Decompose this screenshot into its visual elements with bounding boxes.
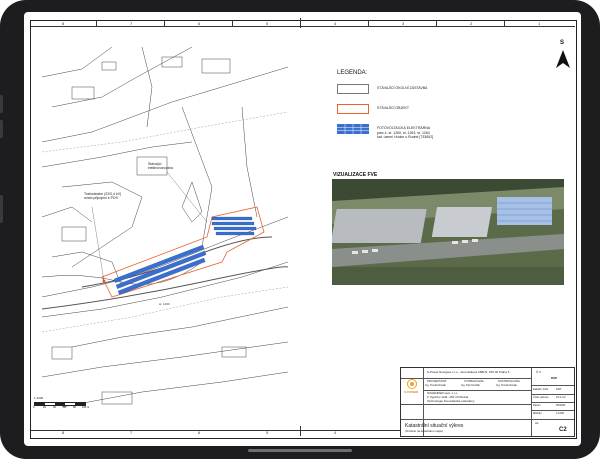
scale-ratio: 1:1000	[34, 396, 44, 400]
meta-label: Datum	[533, 404, 541, 407]
legend-title: LEGENDA:	[337, 70, 368, 76]
meta-value: 1:1000	[556, 412, 564, 415]
scale-bar: 1:1000 0 20 40 60 80 100 m	[33, 396, 94, 416]
tb-divider	[531, 410, 574, 411]
scale-bar-graphic	[34, 402, 86, 406]
meta-label: Měřítko	[533, 412, 542, 415]
title-block[interactable]: S-POWER S-Power Energies s.r.o., Jeremiá…	[400, 367, 575, 437]
ruler-bottom-label: 7	[130, 430, 133, 435]
person-name: Ing. Petr Dvořák	[461, 384, 480, 387]
visualization-title: VIZUALIZACE FVE	[333, 172, 378, 178]
format-label: A1	[535, 421, 539, 425]
volume-up-button	[0, 95, 3, 113]
ruler-center-tick	[300, 426, 301, 436]
company-logo-icon	[407, 379, 417, 389]
side-button	[0, 195, 3, 223]
meta-value: DSP	[556, 388, 562, 391]
ruler-bottom-label: 5	[266, 430, 269, 435]
tablet-frame: 8 7 6 5 4 3 2 1 8 7 6 5 4 3 2 1	[0, 0, 600, 459]
legend-item-label: FOTOVOLTAICKÁ ELEKTRÁRNA parc.č. st. 126…	[377, 126, 434, 139]
substation-label: Stávající elektrorozvodna	[148, 162, 173, 171]
sheet-number: C2	[559, 427, 567, 433]
scale-tick-label: 0	[33, 406, 35, 409]
ruler-bottom-label: 8	[62, 430, 65, 435]
scale-tick-label: 40	[53, 406, 56, 409]
role-label: KONTROLOVAL	[498, 379, 521, 383]
tb-divider	[531, 402, 574, 403]
drawing-subtitle: (Ortofoto na katastrálnu mapu)	[405, 429, 444, 433]
ruler-bottom-label: 4	[334, 430, 337, 435]
meta-value: FV-1.C2	[556, 396, 566, 399]
north-label: S	[560, 40, 565, 46]
person-name: Ing. Tomáš Novák	[496, 384, 517, 387]
tb-divider	[401, 404, 531, 405]
ruler-line	[31, 26, 575, 27]
meta-value: 05/2023	[556, 404, 566, 407]
scale-tick-label: 60	[63, 406, 66, 409]
tb-divider	[401, 419, 574, 420]
person-name: Ing. Tomáš Novák	[425, 384, 446, 387]
volume-down-button	[0, 120, 3, 138]
legend-swatch	[337, 104, 369, 114]
ruler-bottom-label: 6	[198, 430, 201, 435]
meta-label: Zakázk. číslo	[533, 388, 549, 391]
legend-item-label: STÁVAJÍCÍ OKOLNÍ ZÁSTAVBA	[377, 86, 428, 90]
role-label: VYPRACOVAL	[464, 379, 485, 383]
tb-divider	[531, 385, 574, 386]
legend-item-label: STÁVAJÍCÍ OBJEKT	[377, 106, 410, 110]
north-arrow: S	[553, 40, 573, 70]
tb-divider	[531, 394, 574, 395]
project-name: Technologie fotovoltaické elektrárny	[427, 399, 475, 403]
road-label: st. 1260	[159, 302, 170, 306]
role-label: PROJEKTANT	[427, 379, 447, 383]
meta-label: Číslo výkresu	[533, 396, 549, 399]
scale-tick-label: 100 m	[82, 406, 90, 409]
scale-tick-label: 80	[73, 406, 76, 409]
aerial-visualization-image[interactable]	[332, 179, 564, 285]
company-logo-text: S-POWER	[404, 390, 419, 394]
legend-swatch	[337, 84, 369, 94]
stage-label: Č.V.	[536, 370, 542, 374]
home-indicator[interactable]	[248, 449, 352, 452]
north-arrow-icon	[556, 50, 570, 68]
cadastral-map[interactable]	[42, 47, 288, 419]
scale-tick-label: 20	[43, 406, 46, 409]
transformer-label: Trafostanice (22/0,4 kV) místo připojení…	[84, 192, 122, 201]
drawing-sheet[interactable]: 8 7 6 5 4 3 2 1 8 7 6 5 4 3 2 1	[24, 12, 581, 446]
company-address: S-Power Energies s.r.o., Jeremiášova 258…	[427, 370, 510, 374]
stage-value: DSP	[551, 376, 558, 380]
legend-swatch-pv	[337, 124, 369, 134]
